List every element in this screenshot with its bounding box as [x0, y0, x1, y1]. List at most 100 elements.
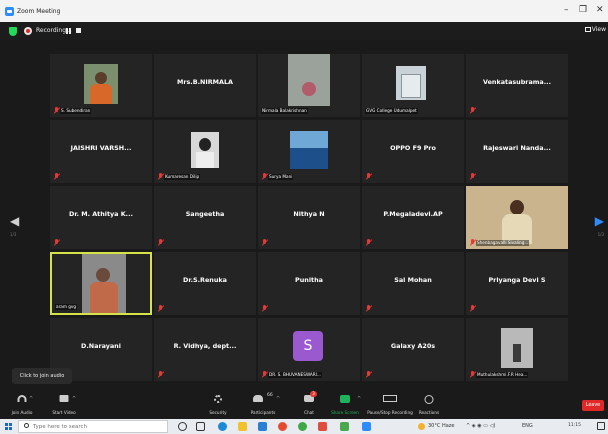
pause-recording-icon[interactable]	[66, 28, 71, 34]
restore-button[interactable]: ❐	[579, 5, 587, 15]
security-label: Security	[209, 410, 227, 415]
participant-tile[interactable]: Sangeetha	[154, 186, 256, 249]
chevron-up-icon[interactable]: ^	[357, 396, 361, 402]
muted-mic-icon	[54, 107, 59, 114]
app-icon[interactable]	[318, 422, 327, 431]
task-view-icon[interactable]	[196, 422, 205, 431]
title-bar: Zoom Meeting – ❐ ✕	[0, 0, 608, 22]
taskbar-search-box[interactable]	[18, 420, 168, 433]
participant-tile[interactable]: Dr.S.Renuka	[154, 252, 256, 315]
participant-tile[interactable]: Muthulakshmi.F.R Hea...	[466, 318, 568, 381]
notification-icon[interactable]	[597, 422, 605, 430]
stop-recording-icon[interactable]	[76, 28, 81, 33]
share-screen-button[interactable]: ^ Share Screen	[327, 392, 363, 419]
chevron-up-icon[interactable]: ^	[29, 396, 33, 402]
participant-video	[396, 66, 426, 100]
participant-tile[interactable]: aram gvg	[50, 252, 152, 315]
participant-tile[interactable]: Kumaresan Dilip	[154, 120, 256, 183]
weather-label: 30°C Haze	[428, 423, 455, 429]
muted-mic-icon	[470, 173, 475, 180]
participant-tile[interactable]: GVG College Udumalpet	[362, 54, 464, 117]
recording-icon	[24, 27, 32, 35]
participant-tile[interactable]: Dr. M. Athitya K...	[50, 186, 152, 249]
file-explorer-icon[interactable]	[238, 422, 247, 431]
participant-tile[interactable]: Priyanga Devi S	[466, 252, 568, 315]
zoom-logo-icon	[5, 6, 14, 16]
taskbar-search-input[interactable]	[33, 422, 163, 432]
participant-name: R. Vidhya, dept...	[173, 342, 237, 350]
start-video-button[interactable]: ^ Start Video	[48, 392, 80, 419]
participant-name: Sal Mohan	[394, 276, 432, 284]
muted-mic-icon	[262, 239, 267, 246]
join-audio-label: Join Audio	[11, 410, 33, 415]
close-button[interactable]: ✕	[596, 5, 604, 15]
minimize-button[interactable]: –	[564, 5, 569, 15]
participant-tile[interactable]: Rajeswari Nanda...	[466, 120, 568, 183]
muted-mic-icon	[470, 371, 475, 378]
participant-name: Mrs.B.NIRMALA	[176, 78, 233, 86]
muted-mic-icon	[158, 173, 163, 180]
participant-tile[interactable]: R. Vidhya, dept...	[154, 318, 256, 381]
participant-tile[interactable]: P.Megaladevi.AP	[362, 186, 464, 249]
participant-tile[interactable]: Nithya N	[258, 186, 360, 249]
previous-page-arrow-icon[interactable]: ◀	[10, 214, 19, 228]
participant-tile[interactable]: S. Subendiran	[50, 54, 152, 117]
security-button[interactable]: Security	[202, 392, 234, 419]
shield-icon[interactable]	[9, 27, 17, 36]
participant-tile[interactable]: Mrs.B.NIRMALA	[154, 54, 256, 117]
store-icon[interactable]	[258, 422, 267, 431]
participant-caption: Shenbagavalli Sivaling...	[476, 240, 530, 246]
reactions-label: Reactions	[418, 410, 440, 415]
join-audio-button[interactable]: ^ Join Audio	[8, 392, 36, 419]
muted-mic-icon	[470, 305, 475, 312]
chat-button[interactable]: 3 Chat	[294, 391, 324, 419]
language-label[interactable]: ENG	[522, 422, 533, 431]
windows-start-icon[interactable]	[5, 423, 12, 430]
muted-mic-icon	[262, 173, 267, 180]
participant-tile[interactable]: Galaxy A20s	[362, 318, 464, 381]
chevron-up-icon[interactable]: ^	[276, 396, 280, 402]
participant-tile[interactable]: JAISHRI VARSH...	[50, 120, 152, 183]
zoom-taskbar-icon[interactable]	[362, 422, 371, 431]
muted-mic-icon	[366, 371, 371, 378]
clock[interactable]: 11:15	[568, 421, 581, 430]
participant-name: D.Narayani	[81, 342, 121, 350]
reactions-icon	[424, 395, 434, 404]
meeting-toolbar: ^ Join Audio ^ Start Video Security 66 ^…	[0, 391, 608, 419]
chat-label: Chat	[304, 410, 314, 415]
weather-icon	[418, 423, 425, 430]
chrome-profile-icon[interactable]	[298, 422, 307, 431]
reactions-button[interactable]: Reactions	[414, 392, 444, 419]
page-indicator-left: 1/3	[10, 232, 17, 237]
muted-mic-icon	[158, 305, 163, 312]
participant-tile[interactable]: Venkatasubrama...	[466, 54, 568, 117]
participants-button[interactable]: 66 ^ Participants	[246, 392, 281, 419]
participants-label: Participants	[250, 410, 276, 415]
participant-name: OPPO F9 Pro	[390, 144, 436, 152]
participant-name: Venkatasubrama...	[482, 78, 552, 86]
window-title: Zoom Meeting	[17, 7, 61, 15]
participant-tile[interactable]: Nirmala Balakrishnan	[258, 54, 360, 117]
media-app-icon[interactable]	[340, 422, 349, 431]
participant-tile[interactable]: Sal Mohan	[362, 252, 464, 315]
system-tray-icons[interactable]: ^ ◈ ◉ ▭ ◁)	[466, 422, 495, 431]
view-button[interactable]: View	[584, 26, 606, 33]
participant-caption: S. Subendiran	[60, 108, 92, 114]
participant-tile[interactable]: OPPO F9 Pro	[362, 120, 464, 183]
participant-name: P.Megaladevi.AP	[383, 210, 443, 218]
participant-tile[interactable]: S DR. S. BHUVANESWARI...	[258, 318, 360, 381]
participant-caption: DR. S. BHUVANESWARI...	[268, 372, 322, 378]
chrome-icon[interactable]	[278, 422, 287, 431]
chat-unread-badge: 3	[310, 391, 317, 397]
leave-button[interactable]: Leave	[582, 400, 604, 411]
participant-tile[interactable]: Shenbagavalli Sivaling...	[466, 186, 568, 249]
edge-browser-icon[interactable]	[218, 422, 227, 431]
participant-tile[interactable]: Surya Mani	[258, 120, 360, 183]
next-page-arrow-icon[interactable]: ▶	[595, 214, 604, 228]
view-label: View	[591, 26, 606, 33]
pause-recording-button[interactable]: Pause/Stop Recording	[366, 392, 414, 419]
participant-caption: GVG College Udumalpet	[365, 108, 418, 114]
chevron-up-icon[interactable]: ^	[72, 396, 76, 402]
participant-tile[interactable]: Punitha	[258, 252, 360, 315]
cortana-icon[interactable]	[178, 422, 187, 431]
